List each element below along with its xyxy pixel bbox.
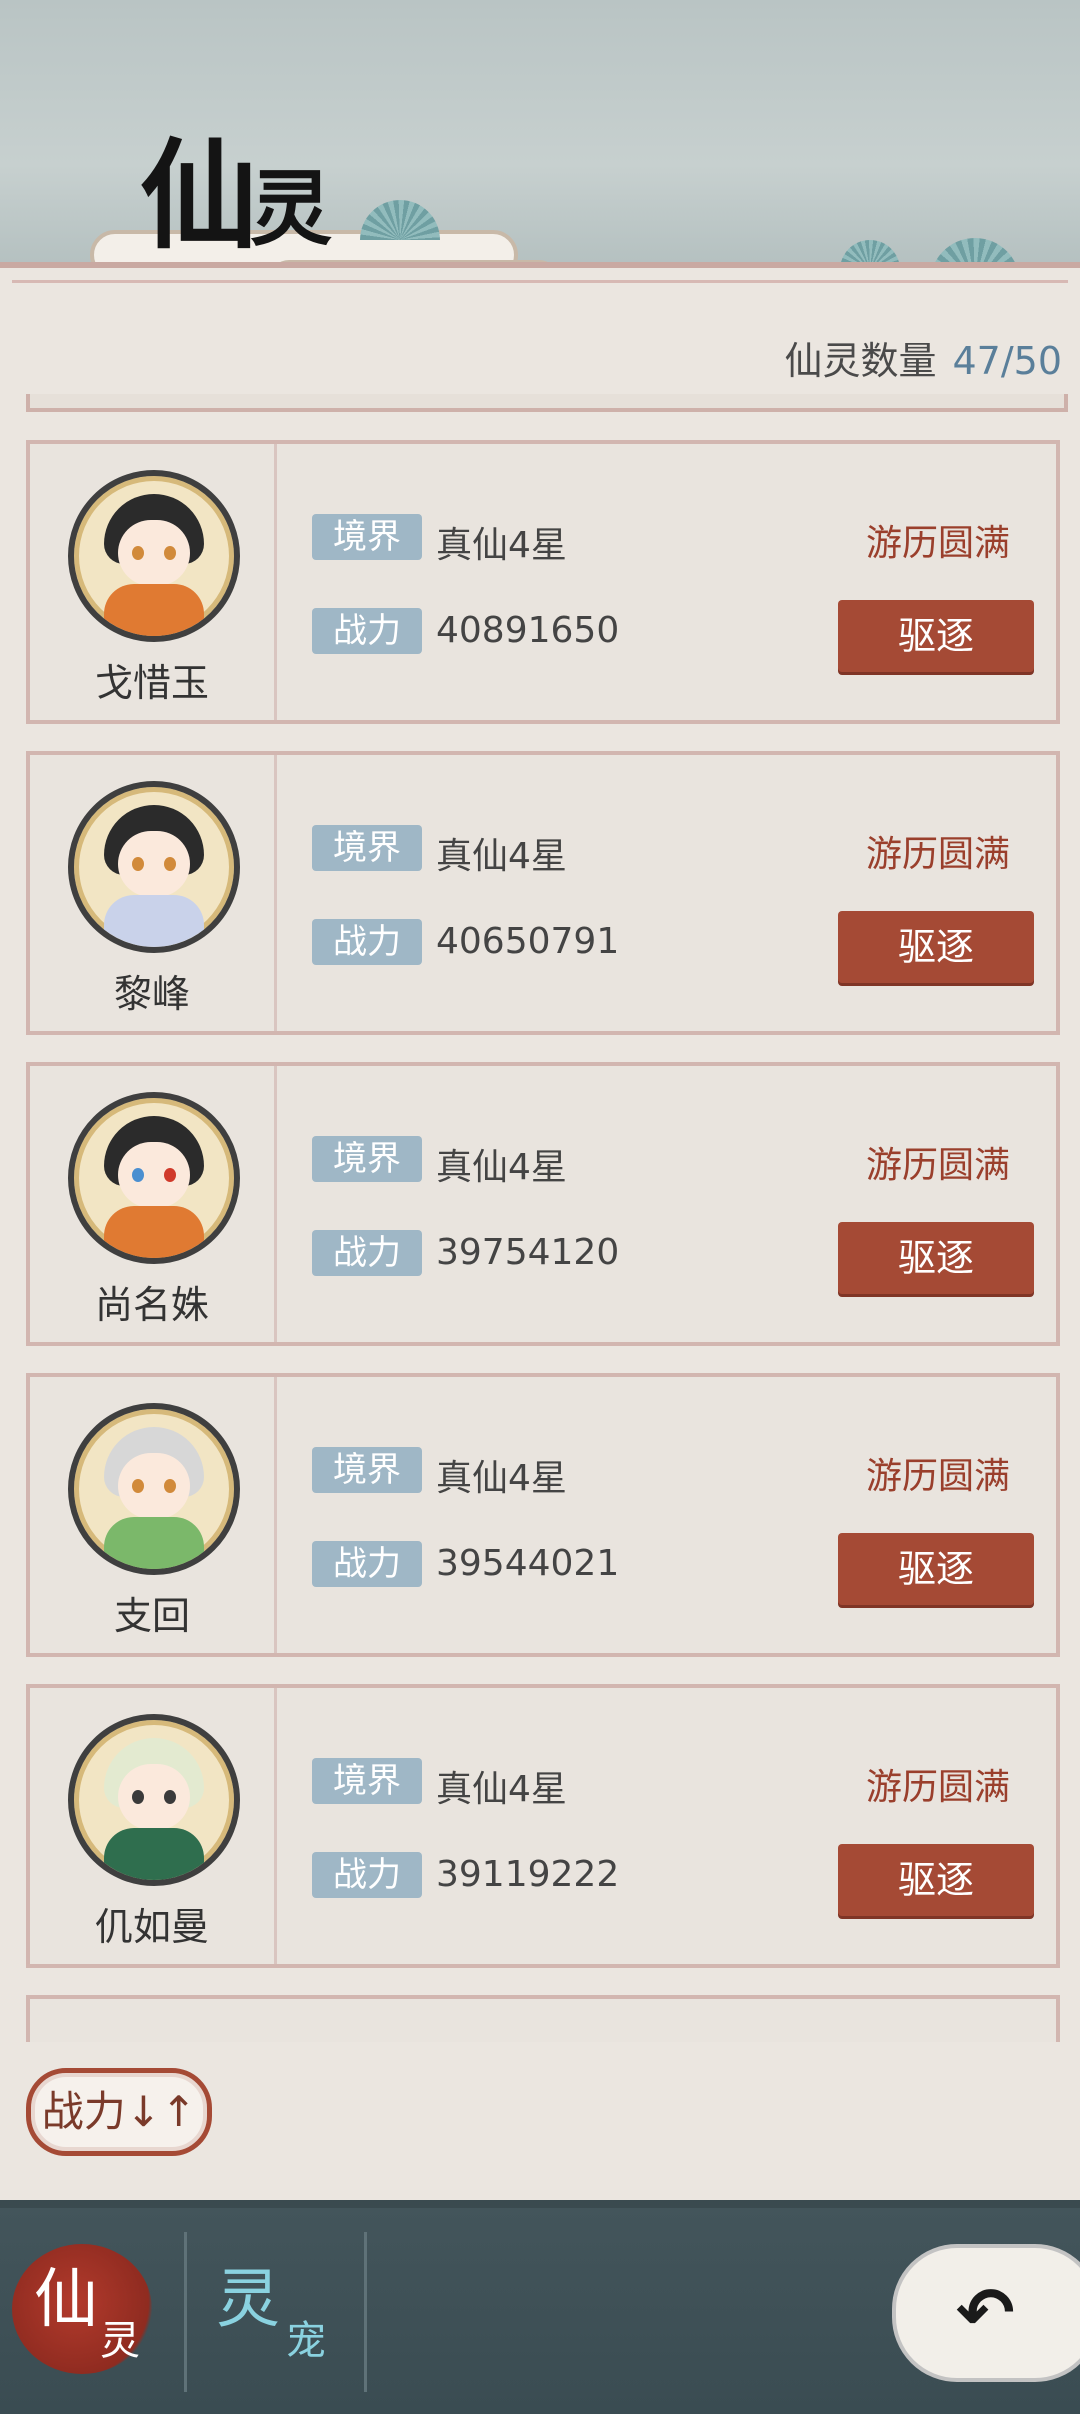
power-tag: 战力	[312, 1541, 422, 1587]
expel-button[interactable]: 驱逐	[838, 1844, 1034, 1916]
fan-decoration	[360, 200, 440, 240]
spirit-name: 仉如曼	[94, 1905, 209, 1949]
spirit-avatar[interactable]	[68, 470, 240, 642]
spirit-name: 戈惜玉	[94, 661, 209, 705]
power-tag: 战力	[312, 919, 422, 965]
list-item-partial	[26, 394, 1068, 412]
spirit-avatar[interactable]	[68, 1403, 240, 1575]
spirit-name: 黎峰	[113, 972, 190, 1016]
spirit-list[interactable]: 戈惜玉 境界 真仙4星 战力 40891650 游历圆满 驱逐 黎峰 境界 真仙…	[0, 394, 1080, 2042]
tab-spirits-main: 仙	[34, 2263, 98, 2337]
status-text: 游历圆满	[865, 523, 1010, 564]
status-text: 游历圆满	[865, 1145, 1010, 1186]
sort-by-power-button[interactable]: 战力↓↑	[26, 2068, 212, 2156]
realm-tag: 境界	[312, 825, 422, 871]
realm-tag: 境界	[312, 1447, 422, 1493]
spirit-card: 仉如曼 境界 真仙4星 战力 39119222 游历圆满 驱逐	[26, 1684, 1060, 1968]
bottom-nav: 仙 灵 灵 宠 ↶	[0, 2208, 1080, 2414]
status-text: 游历圆满	[865, 1767, 1010, 1808]
realm-value: 真仙4星	[436, 1147, 567, 1188]
realm-tag: 境界	[312, 1758, 422, 1804]
spirit-avatar[interactable]	[68, 781, 240, 953]
expel-button[interactable]: 驱逐	[838, 600, 1034, 672]
spirit-avatar[interactable]	[68, 1092, 240, 1264]
back-arrow-icon: ↶	[956, 2272, 1015, 2354]
sort-bar: 战力↓↑	[0, 2042, 1080, 2192]
realm-value: 真仙4星	[436, 1769, 567, 1810]
tab-spirits-sub: 灵	[100, 2318, 140, 2364]
spirit-name: 尚名姝	[94, 1283, 209, 1327]
realm-value: 真仙4星	[436, 836, 567, 877]
spirit-name: 支回	[113, 1594, 190, 1638]
list-item-partial	[26, 1995, 1060, 2042]
expel-button[interactable]: 驱逐	[838, 911, 1034, 983]
spirit-card: 支回 境界 真仙4星 战力 39544021 游历圆满 驱逐	[26, 1373, 1060, 1657]
spirit-card: 黎峰 境界 真仙4星 战力 40650791 游历圆满 驱逐	[26, 751, 1060, 1035]
power-tag: 战力	[312, 1230, 422, 1276]
status-text: 游历圆满	[865, 834, 1010, 875]
power-value: 40891650	[436, 610, 620, 651]
power-value: 39119222	[436, 1854, 620, 1895]
status-text: 游历圆满	[865, 1456, 1010, 1497]
spirit-panel: 仙灵数量 47/50 戈惜玉 境界 真仙4星 战力 40891650 游历圆满 驱…	[0, 262, 1080, 2208]
back-button[interactable]: ↶	[892, 2244, 1080, 2382]
realm-value: 真仙4星	[436, 1458, 567, 1499]
tab-pets-sub: 宠	[286, 2318, 326, 2364]
expel-button[interactable]: 驱逐	[838, 1533, 1034, 1605]
title-sub: 灵	[250, 161, 332, 257]
realm-tag: 境界	[312, 514, 422, 560]
realm-tag: 境界	[312, 1136, 422, 1182]
power-value: 40650791	[436, 921, 620, 962]
expel-button[interactable]: 驱逐	[838, 1222, 1034, 1294]
tab-pets-main: 灵	[216, 2263, 280, 2337]
spirit-count-label: 仙灵数量	[784, 339, 937, 383]
power-value: 39544021	[436, 1543, 620, 1584]
tab-spirits[interactable]: 仙 灵	[0, 2208, 180, 2414]
spirit-card: 戈惜玉 境界 真仙4星 战力 40891650 游历圆满 驱逐	[26, 440, 1060, 724]
spirit-count-value: 47/50	[952, 339, 1062, 383]
title-main: 仙	[140, 126, 258, 265]
spirit-avatar[interactable]	[68, 1714, 240, 1886]
realm-value: 真仙4星	[436, 525, 567, 566]
spirit-card: 尚名姝 境界 真仙4星 战力 39754120 游历圆满 驱逐	[26, 1062, 1060, 1346]
power-tag: 战力	[312, 1852, 422, 1898]
spirit-count: 仙灵数量 47/50	[784, 330, 1062, 385]
power-value: 39754120	[436, 1232, 620, 1273]
power-tag: 战力	[312, 608, 422, 654]
tab-pets[interactable]: 灵 宠	[190, 2208, 370, 2414]
